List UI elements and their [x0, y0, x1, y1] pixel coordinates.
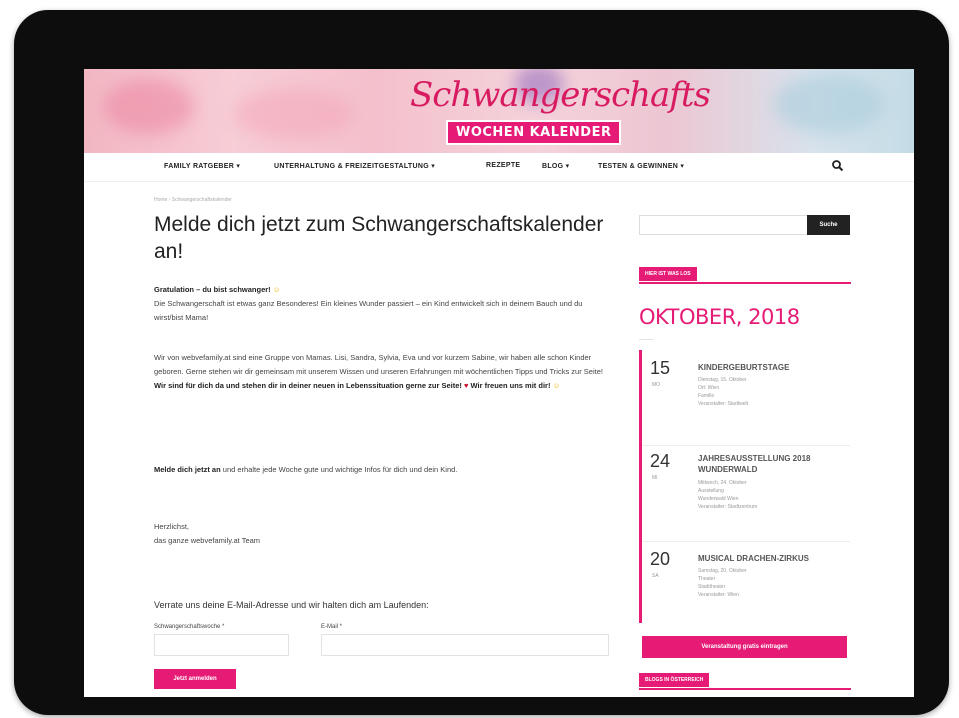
event-meta-line: Theater	[698, 576, 716, 582]
event-weekday: MI	[652, 475, 658, 481]
event-meta-line: Dienstag, 15. Oktober	[698, 377, 747, 383]
widget-divider	[639, 688, 851, 690]
event-meta-line: Veranstalter: Wien	[698, 592, 739, 598]
blogs-widget-tag: BLOGS IN ÖSTERREICH	[639, 673, 710, 687]
event-separator	[642, 445, 850, 446]
smile-emoji-icon: ☺	[272, 285, 281, 294]
nav-item-family-ratgeber[interactable]: FAMILY RATGEBER ▾	[164, 162, 240, 170]
event-day: 20	[650, 549, 671, 569]
about-text: Wir von webvefamily.at sind eine Gruppe …	[154, 353, 603, 376]
event-meta-line: Veranstalter: Stadtwelt	[698, 401, 749, 407]
email-field[interactable]	[321, 634, 609, 656]
paragraph-greeting: Herzlichst, das ganze webvefamily.at Tea…	[154, 520, 604, 548]
event-title[interactable]: JAHRESAUSSTELLUNG 2018 WUNDERWALD	[698, 453, 843, 475]
support-text-bold-2: Wir freuen uns mit dir!	[470, 381, 551, 390]
greeting-line-1: Herzlichst,	[154, 522, 190, 531]
sidebar-search-button[interactable]: Suche	[807, 215, 850, 235]
event-day: 15	[650, 358, 671, 378]
paragraph-signup: Melde dich jetzt an und erhalte jede Woc…	[154, 463, 604, 477]
event-title[interactable]: KINDERGEBURTSTAGE	[698, 362, 843, 373]
event-meta-line: Stadttheater	[698, 584, 726, 590]
page-title: Melde dich jetzt zum Schwangerschaftskal…	[154, 213, 604, 263]
watercolor-blot	[104, 79, 194, 134]
search-icon[interactable]	[831, 159, 845, 173]
event-meta-line: Mittwoch, 24. Oktober	[698, 480, 747, 486]
support-text-bold: Wir sind für dich da und stehen dir in d…	[154, 381, 462, 390]
pregnancy-week-input[interactable]	[154, 634, 289, 656]
site-logo-box[interactable]: WOCHEN KALENDER	[446, 120, 622, 145]
site-logo-script[interactable]: Schwangerschafts	[410, 75, 711, 115]
signup-button[interactable]: Jetzt anmelden	[154, 669, 236, 689]
paragraph-congrats: Gratulation – du bist schwanger! ☺ Die S…	[154, 283, 604, 325]
widget-divider	[639, 282, 851, 284]
signup-text: und erhalte jede Woche gute und wichtige…	[222, 465, 458, 474]
signup-bold: Melde dich jetzt an	[154, 465, 221, 474]
events-widget-tag: HIER IST WAS LOS	[639, 267, 697, 281]
tablet-frame: Schwangerschafts WOCHEN KALENDER FAMILY …	[14, 10, 949, 715]
email-field-label: E-Mail *	[321, 624, 343, 630]
nav-item-testen-gewinnen[interactable]: TESTEN & GEWINNEN ▾	[598, 162, 684, 170]
event-meta: Mittwoch, 24. Oktober Ausstellung Wunder…	[698, 479, 843, 511]
congrats-heading: Gratulation – du bist schwanger!	[154, 285, 271, 294]
calendar-month-sub: ———	[639, 337, 654, 343]
event-day: 24	[650, 451, 671, 471]
watercolor-blot	[234, 89, 354, 139]
calendar-month: OKTOBER, 2018	[639, 305, 800, 329]
event-weekday: SA	[652, 573, 659, 579]
event-list: 15 MO KINDERGEBURTSTAGE Dienstag, 15. Ok…	[639, 350, 850, 623]
browser-viewport: Schwangerschafts WOCHEN KALENDER FAMILY …	[84, 69, 914, 697]
event-meta-line: Wunderwald Wien	[698, 496, 739, 502]
congrats-text: Die Schwangerschaft ist etwas ganz Beson…	[154, 299, 583, 322]
smile-emoji-icon: ☺	[552, 381, 561, 390]
add-event-button[interactable]: Veranstaltung gratis eintragen	[642, 636, 847, 658]
event-meta-line: Veranstalter: Stadtzentrum	[698, 504, 758, 510]
event-title[interactable]: MUSICAL DRACHEN-ZIRKUS	[698, 553, 843, 564]
nav-item-rezepte[interactable]: REZEPTE	[486, 162, 520, 169]
event-separator	[642, 541, 850, 542]
newsletter-intro: Verrate uns deine E-Mail-Adresse und wir…	[154, 600, 429, 610]
nav-item-blog[interactable]: BLOG ▾	[542, 162, 569, 170]
watercolor-blot	[774, 74, 884, 134]
nav-item-unterhaltung[interactable]: UNTERHALTUNG & FREIZEITGESTALTUNG ▾	[274, 162, 435, 170]
header-banner: Schwangerschafts WOCHEN KALENDER	[84, 69, 914, 153]
event-meta-line: Ort: Wien	[698, 385, 720, 391]
paragraph-about: Wir von webvefamily.at sind eine Gruppe …	[154, 351, 604, 393]
sidebar-search-input[interactable]	[639, 215, 809, 235]
event-meta-line: Ausstellung	[698, 488, 724, 494]
week-field-label: Schwangerschaftswoche *	[154, 624, 225, 630]
event-meta: Samstag, 20. Oktober Theater Stadttheate…	[698, 567, 843, 599]
breadcrumb[interactable]: Home › Schwangerschaftskalender	[154, 197, 232, 203]
event-meta-line: Samstag, 20. Oktober	[698, 568, 747, 574]
event-weekday: MO	[652, 382, 661, 388]
greeting-line-2: das ganze webvefamily.at Team	[154, 536, 261, 545]
event-meta-line: Familie	[698, 393, 715, 399]
event-meta: Dienstag, 15. Oktober Ort: Wien Familie …	[698, 376, 843, 408]
main-navigation: FAMILY RATGEBER ▾ UNTERHALTUNG & FREIZEI…	[84, 153, 914, 182]
